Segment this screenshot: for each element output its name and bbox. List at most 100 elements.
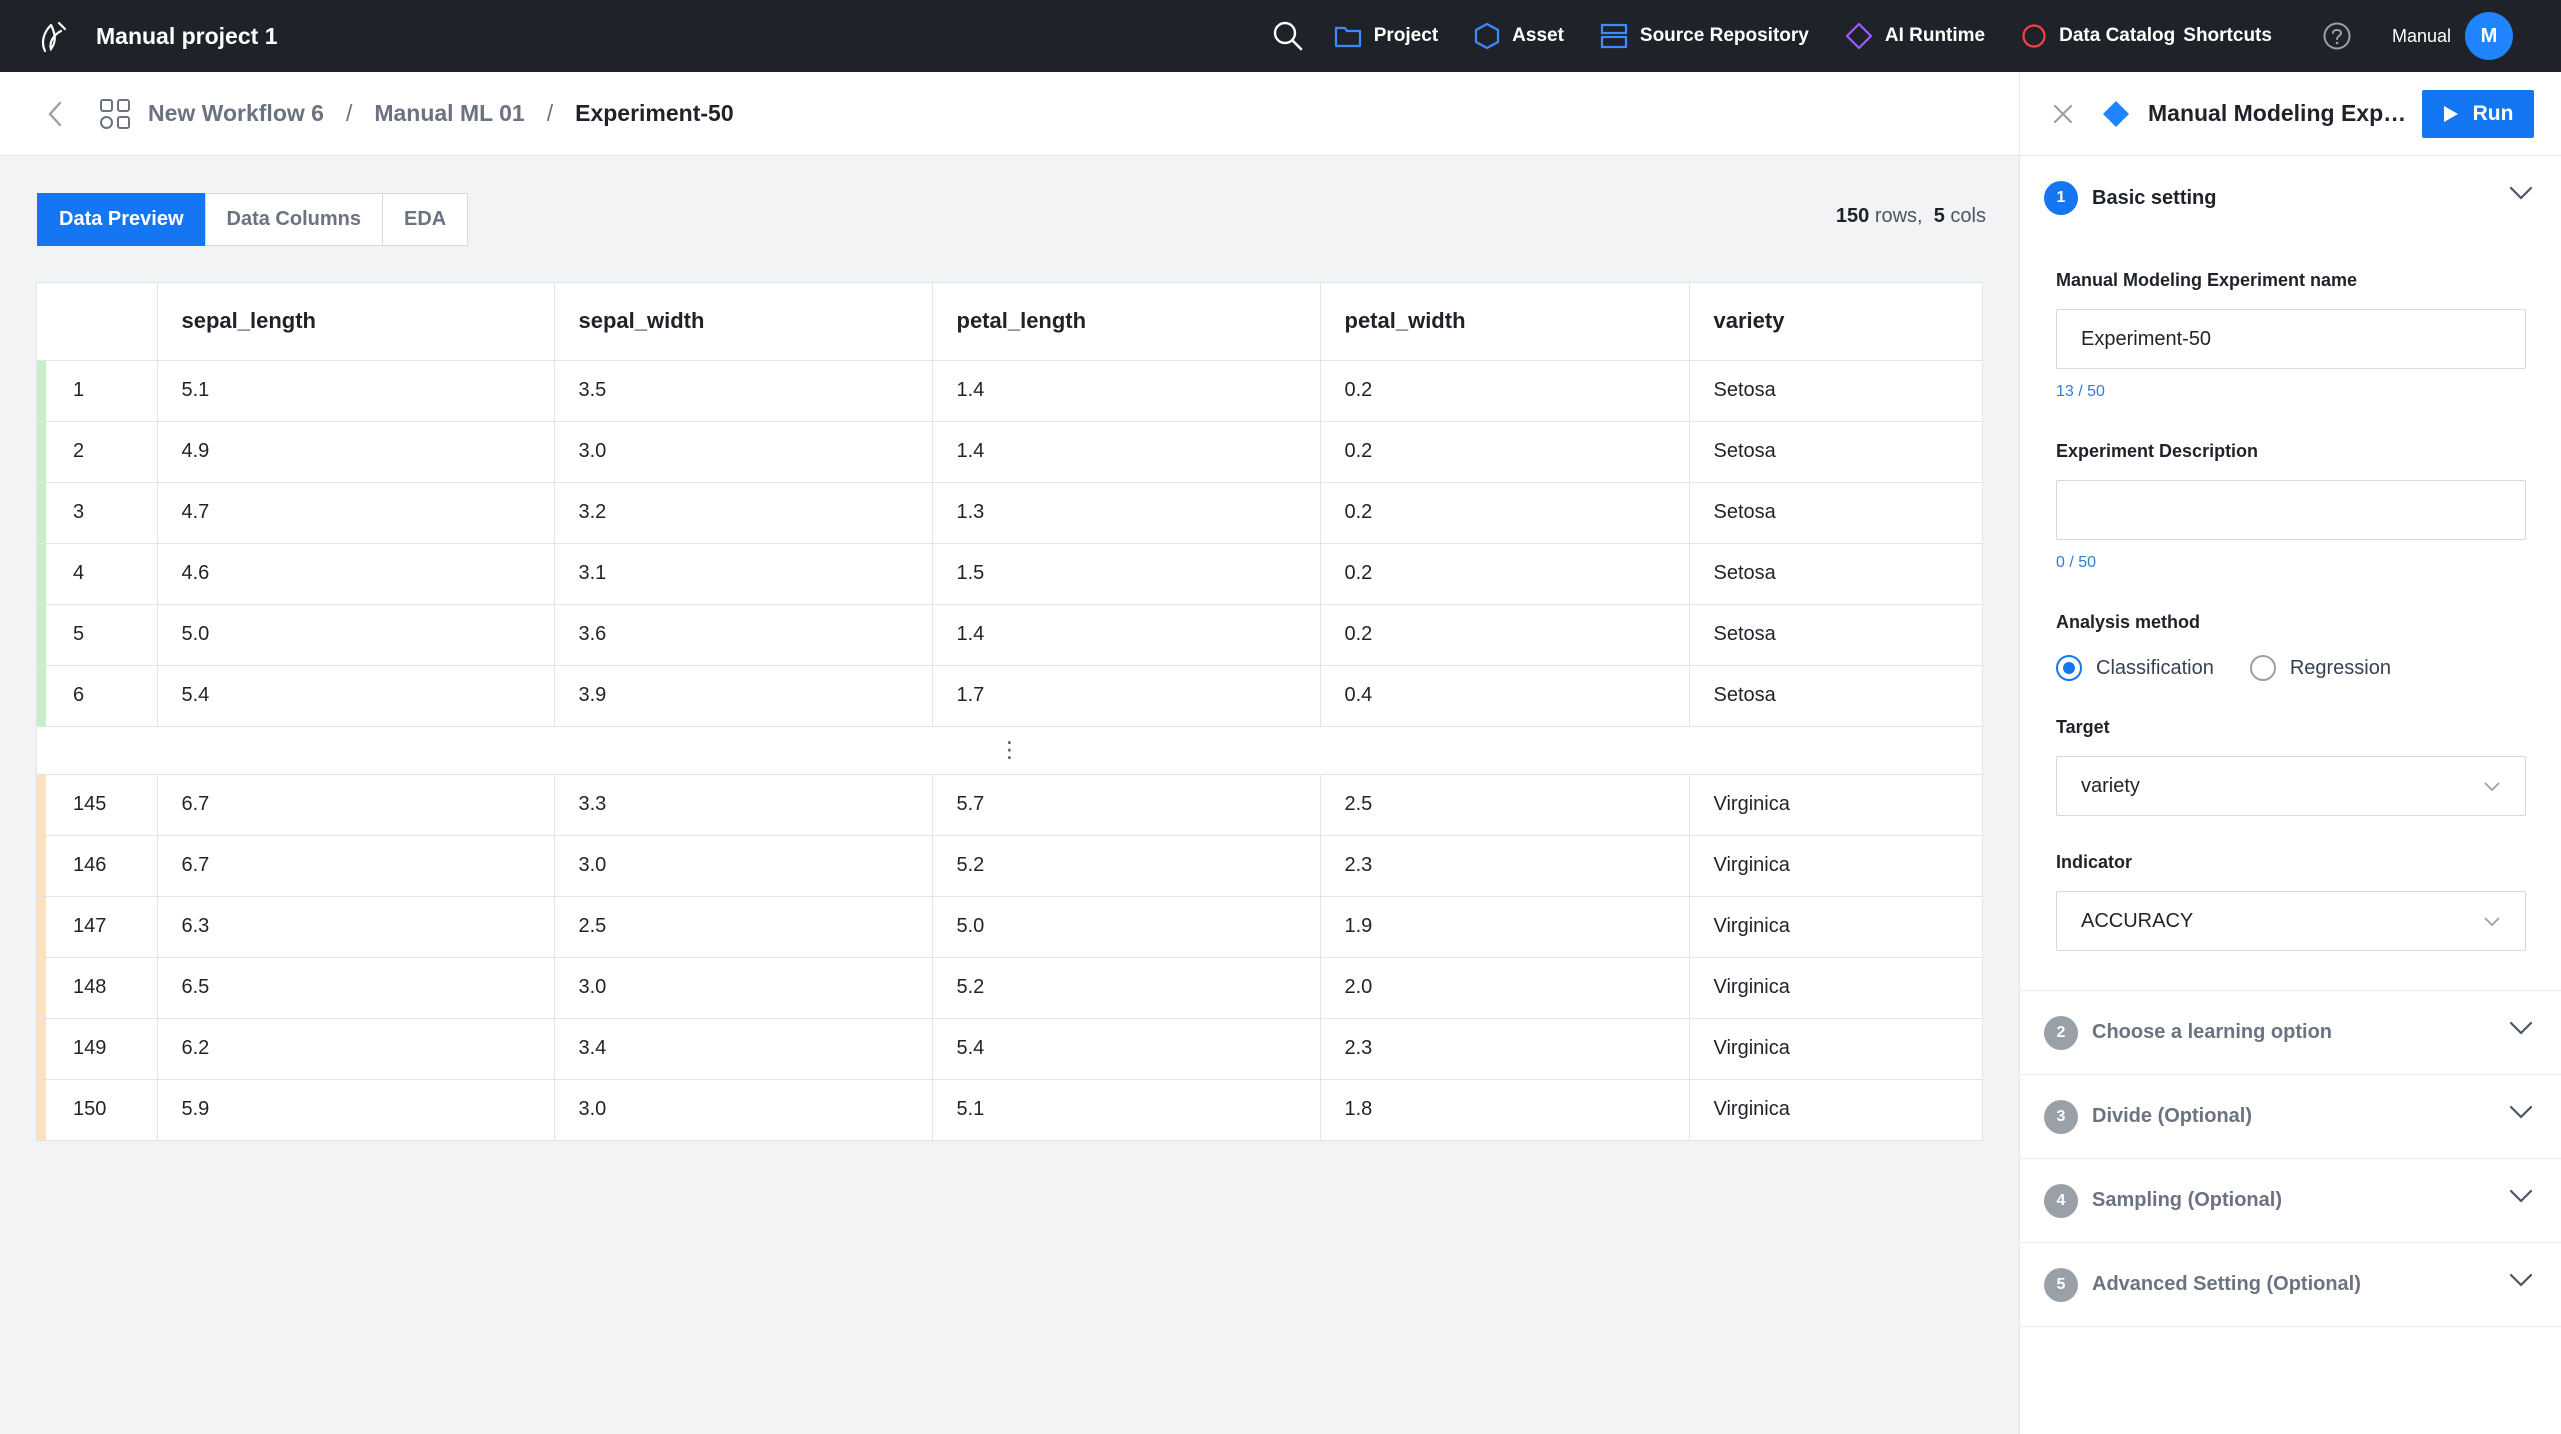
table-cell: 3.0 bbox=[554, 835, 933, 897]
table-cell: Setosa bbox=[1689, 482, 1982, 544]
target-label: Target bbox=[2056, 717, 2110, 737]
run-button-label: Run bbox=[2472, 101, 2514, 125]
table-cell: 1.4 bbox=[932, 604, 1321, 666]
diamond-icon bbox=[1845, 22, 1872, 50]
search-icon[interactable] bbox=[1268, 16, 1308, 56]
nav-data-catalog-label: Data Catalog bbox=[2059, 25, 2176, 46]
table-cell: 6.2 bbox=[157, 1018, 555, 1080]
breadcrumb-item-ml[interactable]: Manual ML 01 bbox=[374, 100, 524, 127]
row-index-cell: 1 bbox=[37, 360, 158, 422]
column-header-index bbox=[37, 283, 158, 361]
table-row: 148 6.5 3.0 5.2 2.0 Virginica bbox=[37, 957, 1982, 1019]
help-icon[interactable] bbox=[2322, 21, 2352, 51]
table-cell: 3.0 bbox=[554, 1079, 933, 1140]
run-button[interactable]: Run bbox=[2422, 89, 2534, 138]
section-advanced-setting[interactable]: 5 Advanced Setting (Optional) bbox=[2020, 1243, 2561, 1327]
column-header[interactable]: sepal_length bbox=[157, 283, 555, 361]
indicator-select[interactable]: ACCURACY bbox=[2056, 891, 2526, 951]
close-icon[interactable] bbox=[2050, 101, 2076, 127]
table-cell: Virginica bbox=[1689, 957, 1982, 1019]
experiment-diamond-icon bbox=[2103, 100, 2129, 127]
row-index-cell: 145 bbox=[37, 774, 158, 836]
table-cell: 3.3 bbox=[554, 774, 933, 836]
step-number: 3 bbox=[2044, 1099, 2078, 1134]
app-logo-icon[interactable] bbox=[28, 10, 80, 62]
experiment-description-label: Experiment Description bbox=[2056, 441, 2259, 461]
avatar[interactable]: M bbox=[2465, 12, 2513, 60]
table-cell: 0.2 bbox=[1320, 543, 1690, 605]
hexagon-icon bbox=[1475, 22, 1500, 50]
nav-source-repository[interactable]: Source Repository bbox=[1600, 23, 1809, 49]
cols-label: cols bbox=[1950, 205, 1986, 227]
breadcrumb: New Workflow 6 / Manual ML 01 / Experime… bbox=[0, 72, 2019, 156]
table-cell: Virginica bbox=[1689, 896, 1982, 958]
experiment-description-input[interactable] bbox=[2056, 480, 2526, 540]
table-cell: 4.7 bbox=[157, 482, 555, 544]
experiment-name-count: 13 / 50 bbox=[2056, 383, 2105, 400]
nav-project[interactable]: Project bbox=[1334, 24, 1438, 48]
tab-data-preview[interactable]: Data Preview bbox=[37, 193, 206, 246]
row-index-cell: 150 bbox=[37, 1079, 158, 1140]
column-header[interactable]: variety bbox=[1689, 283, 1982, 361]
user-name[interactable]: Manual bbox=[2392, 26, 2451, 47]
column-header[interactable]: petal_width bbox=[1320, 283, 1690, 361]
target-select-value: variety bbox=[2081, 774, 2140, 797]
table-row: 4 4.6 3.1 1.5 0.2 Setosa bbox=[37, 543, 1982, 605]
project-title: Manual project 1 bbox=[96, 22, 278, 49]
nav-project-label: Project bbox=[1373, 25, 1439, 46]
table-row: 5 5.0 3.6 1.4 0.2 Setosa bbox=[37, 604, 1982, 666]
tab-data-columns[interactable]: Data Columns bbox=[204, 193, 383, 246]
chevron-down-icon bbox=[2484, 782, 2500, 792]
radio-classification[interactable]: Classification bbox=[2056, 655, 2214, 681]
breadcrumb-item-experiment: Experiment-50 bbox=[575, 100, 734, 126]
row-index-cell: 3 bbox=[37, 482, 158, 544]
step-number: 5 bbox=[2044, 1267, 2078, 1302]
tab-eda[interactable]: EDA bbox=[381, 193, 469, 246]
breadcrumb-item-workflow[interactable]: New Workflow 6 bbox=[148, 100, 324, 127]
experiment-name-input[interactable]: Experiment-50 bbox=[2056, 309, 2526, 369]
table-cell: 5.4 bbox=[932, 1018, 1321, 1080]
data-preview-table: sepal_length sepal_width petal_length pe… bbox=[36, 282, 1983, 1141]
table-cell: 5.2 bbox=[932, 957, 1321, 1019]
experiment-name-label: Manual Modeling Experiment name bbox=[2056, 270, 2358, 290]
shortcuts-label[interactable]: Shortcuts bbox=[2183, 25, 2272, 47]
table-header-row: sepal_length sepal_width petal_length pe… bbox=[37, 283, 1982, 361]
section-learning-option[interactable]: 2 Choose a learning option bbox=[2020, 991, 2561, 1075]
table-cell: 5.1 bbox=[157, 360, 555, 422]
breadcrumb-separator: / bbox=[546, 100, 554, 126]
radio-regression[interactable]: Regression bbox=[2249, 655, 2391, 681]
table-cell: Virginica bbox=[1689, 1018, 1982, 1080]
section-basic-setting[interactable]: 1 Basic setting bbox=[2020, 156, 2561, 240]
table-cell: 0.4 bbox=[1320, 665, 1690, 727]
table-row: 150 5.9 3.0 5.1 1.8 Virginica bbox=[37, 1079, 1982, 1140]
table-cell: 1.3 bbox=[932, 482, 1321, 544]
nav-ai-runtime[interactable]: AI Runtime bbox=[1845, 22, 1985, 50]
table-cell: 3.0 bbox=[554, 957, 933, 1019]
section-divide[interactable]: 3 Divide (Optional) bbox=[2020, 1075, 2561, 1159]
row-index-cell: 4 bbox=[37, 543, 158, 605]
nav-asset[interactable]: Asset bbox=[1474, 22, 1564, 50]
column-header[interactable]: sepal_width bbox=[554, 283, 933, 361]
indicator-select-value: ACCURACY bbox=[2081, 909, 2194, 932]
table-cell: 1.7 bbox=[932, 665, 1321, 727]
col-count: 5 bbox=[1933, 205, 1945, 227]
table-cell: 2.3 bbox=[1320, 1018, 1690, 1080]
table-cell: Virginica bbox=[1713, 1098, 1790, 1121]
nav-data-catalog[interactable]: Data Catalog Shortcuts bbox=[2021, 23, 2272, 49]
table-cell: 5.4 bbox=[157, 665, 555, 727]
back-chevron-icon[interactable] bbox=[40, 99, 70, 129]
table-cell: 6.7 bbox=[157, 774, 555, 836]
row-index-cell: 5 bbox=[37, 604, 158, 666]
table-cell: 0.2 bbox=[1320, 421, 1690, 483]
table-cell: 6.5 bbox=[157, 957, 555, 1019]
column-header[interactable]: petal_length bbox=[932, 283, 1321, 361]
section-divider bbox=[2020, 951, 2561, 991]
table-cell: 2.3 bbox=[1320, 835, 1690, 897]
row-index-cell: 148 bbox=[37, 957, 158, 1019]
chevron-down-icon bbox=[2509, 1021, 2533, 1035]
table-cell: 0.2 bbox=[1320, 360, 1690, 422]
view-tabs: Data Preview Data Columns EDA bbox=[37, 193, 469, 246]
target-select[interactable]: variety bbox=[2056, 756, 2526, 816]
table-cell: 5.2 bbox=[932, 835, 1321, 897]
section-sampling[interactable]: 4 Sampling (Optional) bbox=[2020, 1159, 2561, 1243]
